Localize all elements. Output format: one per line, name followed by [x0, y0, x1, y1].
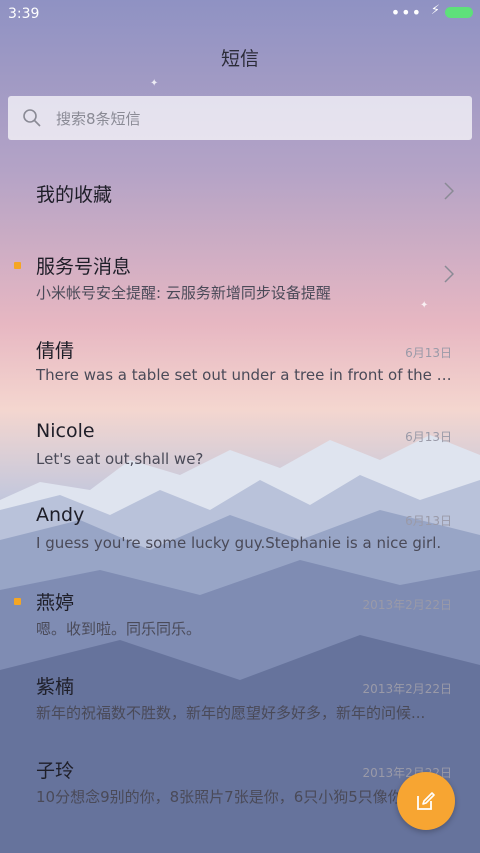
contact-name: Nicole [36, 420, 95, 442]
list-item-service[interactable]: 服务号消息 小米帐号安全提醒: 云服务新增同步设备提醒 [0, 234, 480, 318]
unread-indicator [14, 262, 21, 269]
search-icon [23, 109, 41, 127]
compose-button[interactable] [397, 772, 455, 830]
list-item[interactable]: 紫楠 2013年2月22日 新年的祝福数不胜数，新年的愿望好多好多，新年的问候.… [0, 654, 480, 738]
message-date: 6月13日 [405, 430, 452, 444]
list-item[interactable]: 倩倩 6月13日 There was a table set out under… [0, 318, 480, 402]
status-bar: 3:39 ••• ⚡ [0, 0, 480, 28]
list-item[interactable]: Nicole 6月13日 Let's eat out,shall we? [0, 402, 480, 486]
message-preview: There was a table set out under a tree i… [36, 366, 452, 384]
message-preview: I guess you're some lucky guy.Stephanie … [36, 534, 442, 552]
contact-name: 燕婷 [36, 592, 75, 614]
message-preview: Let's eat out,shall we? [36, 450, 204, 468]
battery-icon [445, 7, 473, 18]
conversation-list: 我的收藏 服务号消息 小米帐号安全提醒: 云服务新增同步设备提醒 倩倩 6月13… [0, 150, 480, 822]
favorites-row[interactable]: 我的收藏 [0, 150, 480, 234]
contact-name: 服务号消息 [36, 256, 132, 278]
chevron-right-icon [444, 182, 454, 200]
message-date: 2013年2月22日 [362, 682, 452, 696]
contact-name: Andy [36, 504, 85, 526]
message-preview: 小米帐号安全提醒: 云服务新增同步设备提醒 [36, 284, 331, 302]
list-item[interactable]: 燕婷 2013年2月22日 嗯。收到啦。同乐同乐。 [0, 570, 480, 654]
contact-name: 倩倩 [36, 340, 75, 362]
message-preview: 10分想念9别的你，8张照片7张是你，6只小狗5只像你... [36, 788, 418, 806]
page-title: 短信 [220, 48, 259, 70]
compose-icon [417, 792, 435, 810]
search-input[interactable] [54, 106, 458, 132]
list-item[interactable]: Andy 6月13日 I guess you're some lucky guy… [0, 486, 480, 570]
charging-icon: ⚡ [430, 3, 440, 18]
status-time: 3:39 [8, 6, 40, 22]
favorites-label: 我的收藏 [36, 184, 113, 206]
unread-indicator [14, 598, 21, 605]
message-date: 2013年2月22日 [362, 598, 452, 612]
message-date: 6月13日 [405, 346, 452, 360]
search-bar[interactable] [8, 96, 472, 140]
sparkle-decoration: ✦ [150, 78, 159, 89]
message-preview: 新年的祝福数不胜数，新年的愿望好多好多，新年的问候... [36, 704, 426, 722]
message-date: 6月13日 [405, 514, 452, 528]
message-preview: 嗯。收到啦。同乐同乐。 [36, 620, 202, 638]
chevron-right-icon [444, 265, 454, 283]
contact-name: 子玲 [36, 760, 75, 782]
contact-name: 紫楠 [36, 676, 75, 698]
signal-dots-icon: ••• [390, 3, 422, 22]
